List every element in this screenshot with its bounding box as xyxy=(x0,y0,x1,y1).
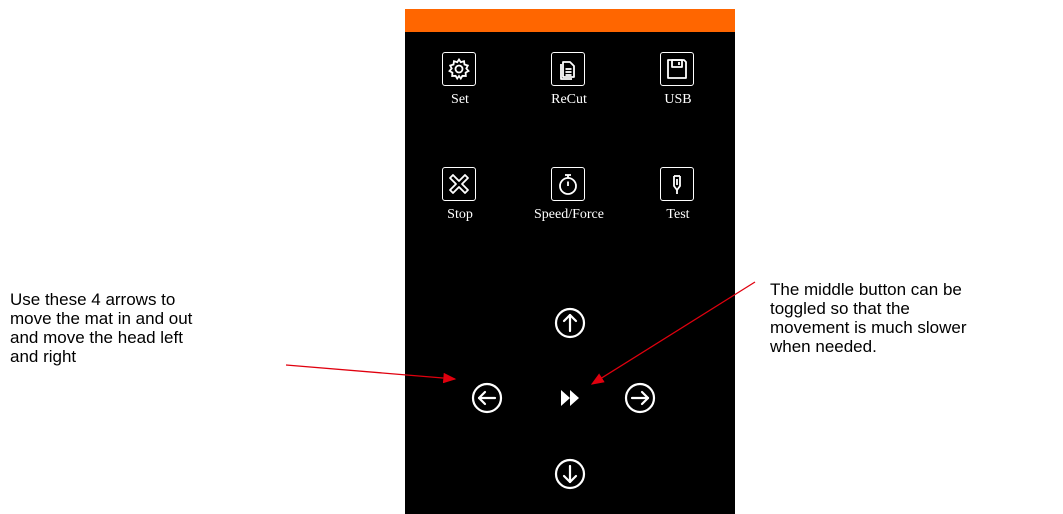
right-callout-line xyxy=(590,281,756,385)
callout-arrows xyxy=(285,281,756,385)
left-callout-line xyxy=(285,364,457,384)
